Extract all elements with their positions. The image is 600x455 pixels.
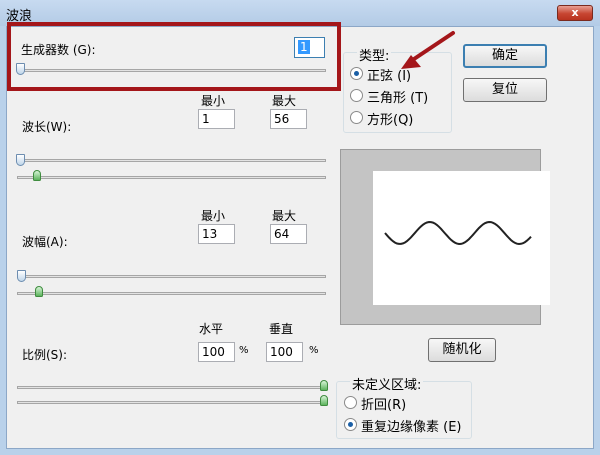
- type-label: 类型:: [357, 45, 392, 64]
- wrap-around-label[interactable]: 折回(R): [361, 394, 406, 413]
- amplitude-min-header: 最小: [201, 209, 226, 223]
- scale-horizontal-slider-track[interactable]: [17, 386, 326, 389]
- scale-horizontal-header: 水平: [199, 322, 224, 336]
- randomize-button[interactable]: 随机化: [428, 338, 496, 362]
- scale-vertical-percent: %: [309, 345, 319, 356]
- type-square-label[interactable]: 方形(Q): [367, 109, 413, 128]
- reset-button[interactable]: 复位: [463, 78, 547, 102]
- close-button[interactable]: x: [557, 5, 593, 21]
- type-triangle-label[interactable]: 三角形 (T): [367, 87, 428, 106]
- wavelength-max-input[interactable]: 56: [270, 109, 307, 129]
- wrap-around-radio[interactable]: [344, 396, 357, 409]
- repeat-edge-radio[interactable]: [344, 418, 357, 431]
- wavelength-min-slider-track[interactable]: [17, 159, 326, 162]
- wavelength-min-input[interactable]: 1: [198, 109, 235, 129]
- ok-button[interactable]: 确定: [463, 44, 547, 68]
- generators-highlight-box: [7, 22, 341, 91]
- wavelength-label: 波长(W):: [22, 120, 72, 134]
- amplitude-min-slider-track[interactable]: [17, 275, 326, 278]
- scale-horizontal-percent: %: [239, 345, 249, 356]
- amplitude-max-slider-thumb[interactable]: [35, 286, 43, 297]
- sine-wave-preview: [384, 220, 532, 246]
- wavelength-min-header: 最小: [201, 94, 226, 108]
- amplitude-max-input[interactable]: 64: [270, 224, 307, 244]
- amplitude-min-input[interactable]: 13: [198, 224, 235, 244]
- amplitude-label: 波幅(A):: [22, 235, 68, 249]
- scale-vertical-input[interactable]: 100: [266, 342, 303, 362]
- wavelength-max-slider-thumb[interactable]: [33, 170, 41, 181]
- scale-vertical-slider-thumb[interactable]: [320, 395, 328, 406]
- type-triangle-radio[interactable]: [350, 89, 363, 102]
- dialog-body: 生成器数 (G): 1 最小 最大 波长(W): 1 56 最小 最大 波幅(A…: [6, 22, 594, 449]
- wavelength-max-header: 最大: [272, 94, 297, 108]
- wavelength-max-slider-track[interactable]: [17, 176, 326, 179]
- amplitude-min-slider-thumb[interactable]: [17, 270, 26, 282]
- amplitude-max-header: 最大: [272, 209, 297, 223]
- scale-vertical-header: 垂直: [269, 322, 294, 336]
- wave-preview: [340, 149, 550, 325]
- type-sine-radio[interactable]: [350, 67, 363, 80]
- amplitude-max-slider-track[interactable]: [17, 292, 326, 295]
- scale-horizontal-slider-thumb[interactable]: [320, 380, 328, 391]
- type-square-radio[interactable]: [350, 111, 363, 124]
- wavelength-min-slider-thumb[interactable]: [16, 154, 25, 166]
- repeat-edge-label[interactable]: 重复边缘像素 (E): [361, 416, 471, 435]
- scale-horizontal-input[interactable]: 100: [198, 342, 235, 362]
- scale-vertical-slider-track[interactable]: [17, 401, 326, 404]
- wave-preview-canvas: [373, 171, 550, 305]
- undefined-area-label: 未定义区域:: [350, 374, 424, 393]
- scale-label: 比例(S):: [22, 348, 68, 362]
- red-arrow-annotation: [401, 31, 455, 69]
